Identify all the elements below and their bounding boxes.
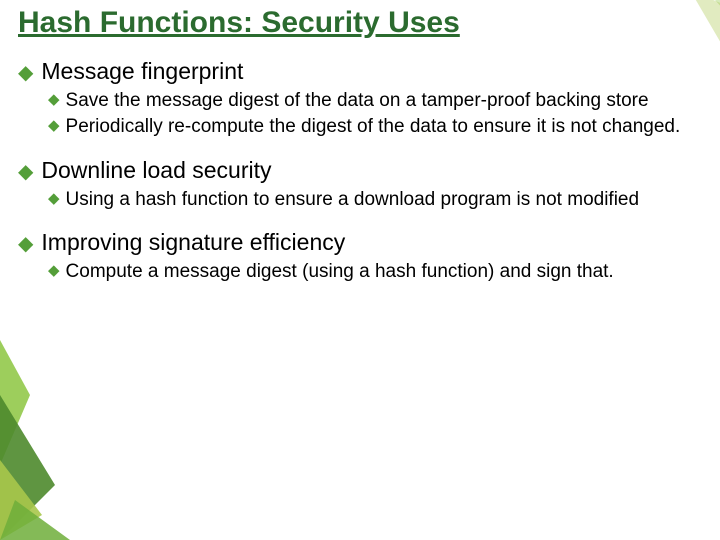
- list-item-text: Using a hash function to ensure a downlo…: [66, 188, 640, 212]
- section-heading: Message fingerprint: [41, 58, 243, 85]
- bullet-icon: ◆: [18, 162, 33, 182]
- list-item: ◆ Save the message digest of the data on…: [48, 89, 690, 113]
- list-item: ◆ Periodically re-compute the digest of …: [48, 115, 690, 139]
- bullet-icon: ◆: [48, 188, 60, 210]
- list-item-text: Periodically re-compute the digest of th…: [66, 115, 681, 139]
- bullet-icon: ◆: [48, 89, 60, 111]
- slide-title: Hash Functions: Security Uses: [18, 6, 690, 40]
- list-item-text: Save the message digest of the data on a…: [66, 89, 649, 113]
- section-heading: Downline load security: [41, 157, 271, 184]
- bullet-icon: ◆: [18, 63, 33, 83]
- bullet-icon: ◆: [48, 260, 60, 282]
- bullet-icon: ◆: [48, 115, 60, 137]
- section-downline-load-security: ◆ Downline load security ◆ Using a hash …: [18, 157, 690, 212]
- section-improving-signature-efficiency: ◆ Improving signature efficiency ◆ Compu…: [18, 229, 690, 284]
- section-message-fingerprint: ◆ Message fingerprint ◆ Save the message…: [18, 58, 690, 139]
- section-heading: Improving signature efficiency: [41, 229, 345, 256]
- list-item: ◆ Using a hash function to ensure a down…: [48, 188, 690, 212]
- slide-content: Hash Functions: Security Uses ◆ Message …: [0, 0, 720, 312]
- decoration-bottom-left: [0, 340, 90, 540]
- list-item: ◆ Compute a message digest (using a hash…: [48, 260, 690, 284]
- list-item-text: Compute a message digest (using a hash f…: [66, 260, 614, 284]
- bullet-icon: ◆: [18, 234, 33, 254]
